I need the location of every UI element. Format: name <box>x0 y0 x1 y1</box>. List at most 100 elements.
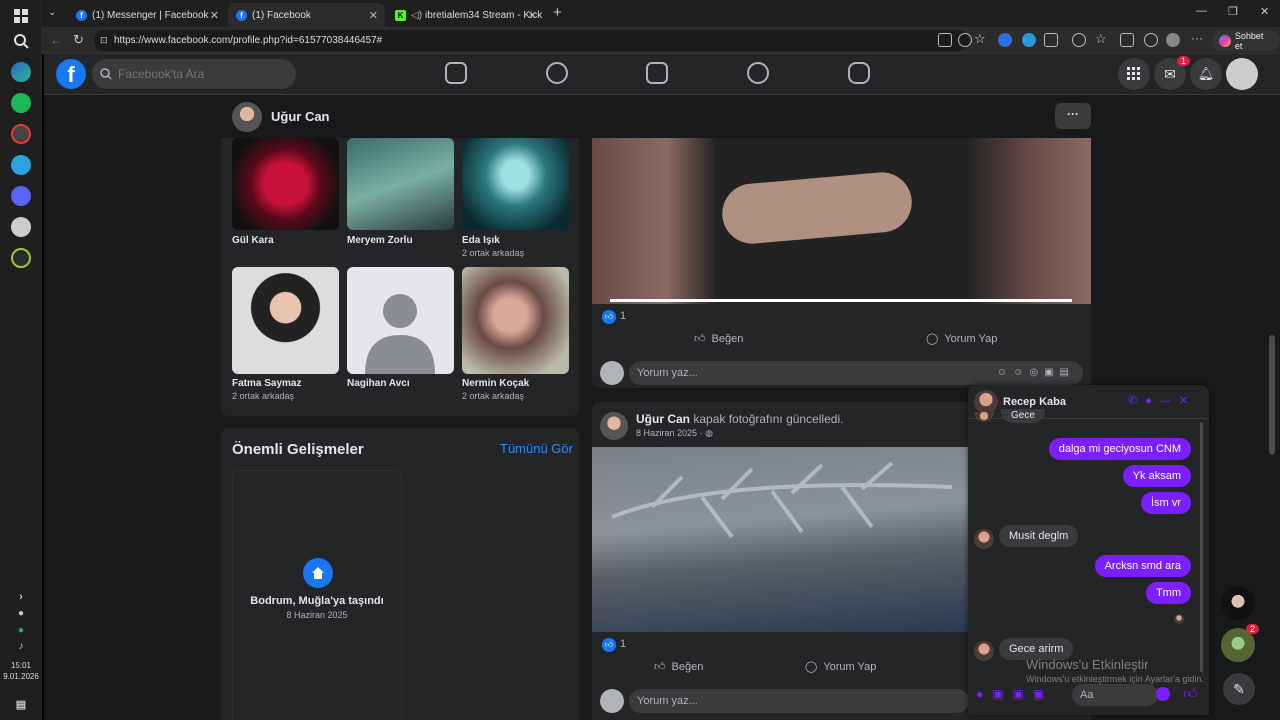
chat-input[interactable]: Aa <box>1072 684 1158 706</box>
volume-icon[interactable]: ♪ <box>11 636 31 656</box>
maximize-icon[interactable]: ❐ <box>1228 5 1238 18</box>
friend-name[interactable]: Nagihan Avcı <box>347 378 410 389</box>
collections-icon[interactable] <box>1120 33 1134 47</box>
telegram-icon[interactable] <box>11 155 31 175</box>
notifications-button[interactable]: 🔔︎ <box>1190 58 1222 90</box>
like-button[interactable]: 👍︎ Beğen <box>694 332 743 346</box>
chat-contact-name[interactable]: Recep Kaba <box>1003 396 1066 408</box>
extension-icon-2[interactable] <box>1072 33 1086 47</box>
friend-photo[interactable] <box>462 267 569 374</box>
tab-list-chevron-icon[interactable]: ⌄ <box>48 7 56 18</box>
profile-avatar[interactable] <box>1166 33 1180 47</box>
page-scrollbar-thumb[interactable] <box>1269 335 1275 455</box>
more-menu-icon[interactable]: ··· <box>1191 31 1203 45</box>
friend-name[interactable]: Fatma Saymaz <box>232 378 301 389</box>
favorite-star-icon[interactable]: ☆ <box>974 31 986 47</box>
messenger-button[interactable]: ✉ 1 <box>1154 56 1190 90</box>
minimize-icon[interactable]: — <box>1196 5 1207 17</box>
chat-scrollbar[interactable] <box>1200 422 1203 672</box>
comment-input[interactable]: Yorum yaz... ☺☺◎▣▤ <box>629 361 1083 385</box>
windows-start-icon[interactable] <box>11 6 31 26</box>
post-date[interactable]: 8 Haziran 2025 · <box>636 428 703 438</box>
edge-icon[interactable] <box>11 62 31 82</box>
friend-photo[interactable] <box>232 138 339 230</box>
app-icon[interactable] <box>11 217 31 237</box>
more-options-button[interactable]: ··· <box>1055 103 1091 129</box>
chat-head-avatar[interactable] <box>1221 586 1255 620</box>
post-author[interactable]: Uğur Can <box>636 412 690 426</box>
reader-icon[interactable] <box>938 33 952 47</box>
clock-date[interactable]: 9.01.2026 <box>0 672 42 681</box>
comment-tools-icon[interactable]: ☺☺◎▣▤ <box>997 361 1075 385</box>
gaming-icon[interactable] <box>848 62 870 84</box>
friend-photo-placeholder[interactable] <box>347 267 454 374</box>
friend-name[interactable]: Meryem Zorlu <box>347 235 413 246</box>
speedtest-icon[interactable] <box>11 124 31 144</box>
comment-input[interactable]: Yorum yaz... <box>629 689 969 713</box>
comment-button[interactable]: ◯ Yorum Yap <box>926 332 997 346</box>
close-icon[interactable]: ✕ <box>210 9 219 22</box>
search-box[interactable] <box>92 59 296 89</box>
chat-avatar[interactable] <box>974 390 998 414</box>
page-scrollbar[interactable] <box>1267 95 1277 715</box>
lock-icon[interactable]: ⊡ <box>100 30 108 51</box>
discord-icon[interactable] <box>11 186 31 206</box>
life-event-item[interactable]: Bodrum, Muğla'ya taşındı 8 Haziran 2025 <box>232 470 402 720</box>
groups-icon[interactable] <box>747 62 769 84</box>
author-avatar[interactable] <box>600 412 628 440</box>
copilot-button[interactable]: Sohbet et <box>1212 30 1280 51</box>
extension-icon[interactable] <box>998 33 1012 47</box>
facebook-logo-icon[interactable]: f <box>56 59 86 89</box>
like-count[interactable]: 1 <box>620 638 626 650</box>
close-icon[interactable]: ✕ <box>528 9 537 22</box>
window-close-icon[interactable]: ✕ <box>1260 5 1269 18</box>
like-button[interactable]: 👍︎ Beğen <box>654 660 703 674</box>
menu-grid-button[interactable] <box>1118 58 1150 90</box>
search-icon[interactable] <box>11 31 31 51</box>
thumbs-up-send-icon[interactable]: 👍︎ <box>1183 685 1198 702</box>
profile-avatar[interactable] <box>232 102 262 132</box>
back-arrow-icon[interactable]: ← <box>50 33 62 47</box>
friend-name[interactable]: Eda Işık <box>462 235 500 246</box>
friends-icon[interactable] <box>546 62 568 84</box>
url-field[interactable]: ⊡ https://www.facebook.com/profile.php?i… <box>94 30 969 51</box>
seen-avatar <box>1174 614 1184 624</box>
spotify-icon[interactable] <box>11 93 31 113</box>
tab-facebook-active[interactable]: f (1) Facebook ✕ <box>228 3 385 27</box>
video-icon[interactable] <box>646 62 668 84</box>
chat-head-avatar[interactable]: 2 <box>1221 624 1259 662</box>
extension-blue-icon[interactable] <box>1022 33 1036 47</box>
emoji-icon[interactable] <box>1156 687 1170 701</box>
app-icon-green[interactable] <box>11 248 31 268</box>
friend-photo[interactable] <box>462 138 569 230</box>
zoom-icon[interactable] <box>958 33 972 47</box>
favorites-icon[interactable]: ☆ <box>1095 31 1107 47</box>
history-icon[interactable] <box>1144 33 1158 47</box>
chat-attach-icons[interactable]: ●▣▣▣ <box>976 687 1053 701</box>
facebook-favicon-icon: f <box>76 9 87 21</box>
friend-photo[interactable] <box>347 138 454 230</box>
tab-messenger[interactable]: f (1) Messenger | Facebook ✕ <box>68 3 226 27</box>
friend-name[interactable]: Gül Kara <box>232 235 274 246</box>
comment-button[interactable]: ◯ Yorum Yap <box>805 660 876 674</box>
search-input[interactable] <box>118 67 278 81</box>
notification-icon[interactable]: ▤ <box>11 694 31 714</box>
new-message-icon[interactable]: ✎ <box>1223 673 1255 705</box>
post-video[interactable] <box>592 138 1091 304</box>
friend-name[interactable]: Nermin Koçak <box>462 378 529 389</box>
home-icon[interactable] <box>445 62 467 84</box>
tab-kick-stream[interactable]: K ◁) ibretialem34 Stream - Kick Da ✕ <box>387 3 544 27</box>
extensions-icon[interactable] <box>1044 33 1058 47</box>
chat-actions-icon[interactable]: ✆●—✕ <box>1128 394 1196 407</box>
video-progress-bar[interactable] <box>610 299 1072 302</box>
new-tab-plus-icon[interactable]: + <box>553 4 562 21</box>
see-all-link[interactable]: Tümünü Gör <box>500 441 573 456</box>
refresh-icon[interactable]: ↻ <box>73 32 84 48</box>
close-icon[interactable]: ✕ <box>369 9 378 22</box>
friend-photo[interactable] <box>232 267 339 374</box>
clock-time[interactable]: 15:01 <box>0 661 42 670</box>
profile-name[interactable]: Uğur Can <box>271 109 330 124</box>
cover-photo[interactable] <box>592 447 968 632</box>
like-count[interactable]: 1 <box>620 310 626 322</box>
account-avatar[interactable] <box>1226 58 1258 90</box>
